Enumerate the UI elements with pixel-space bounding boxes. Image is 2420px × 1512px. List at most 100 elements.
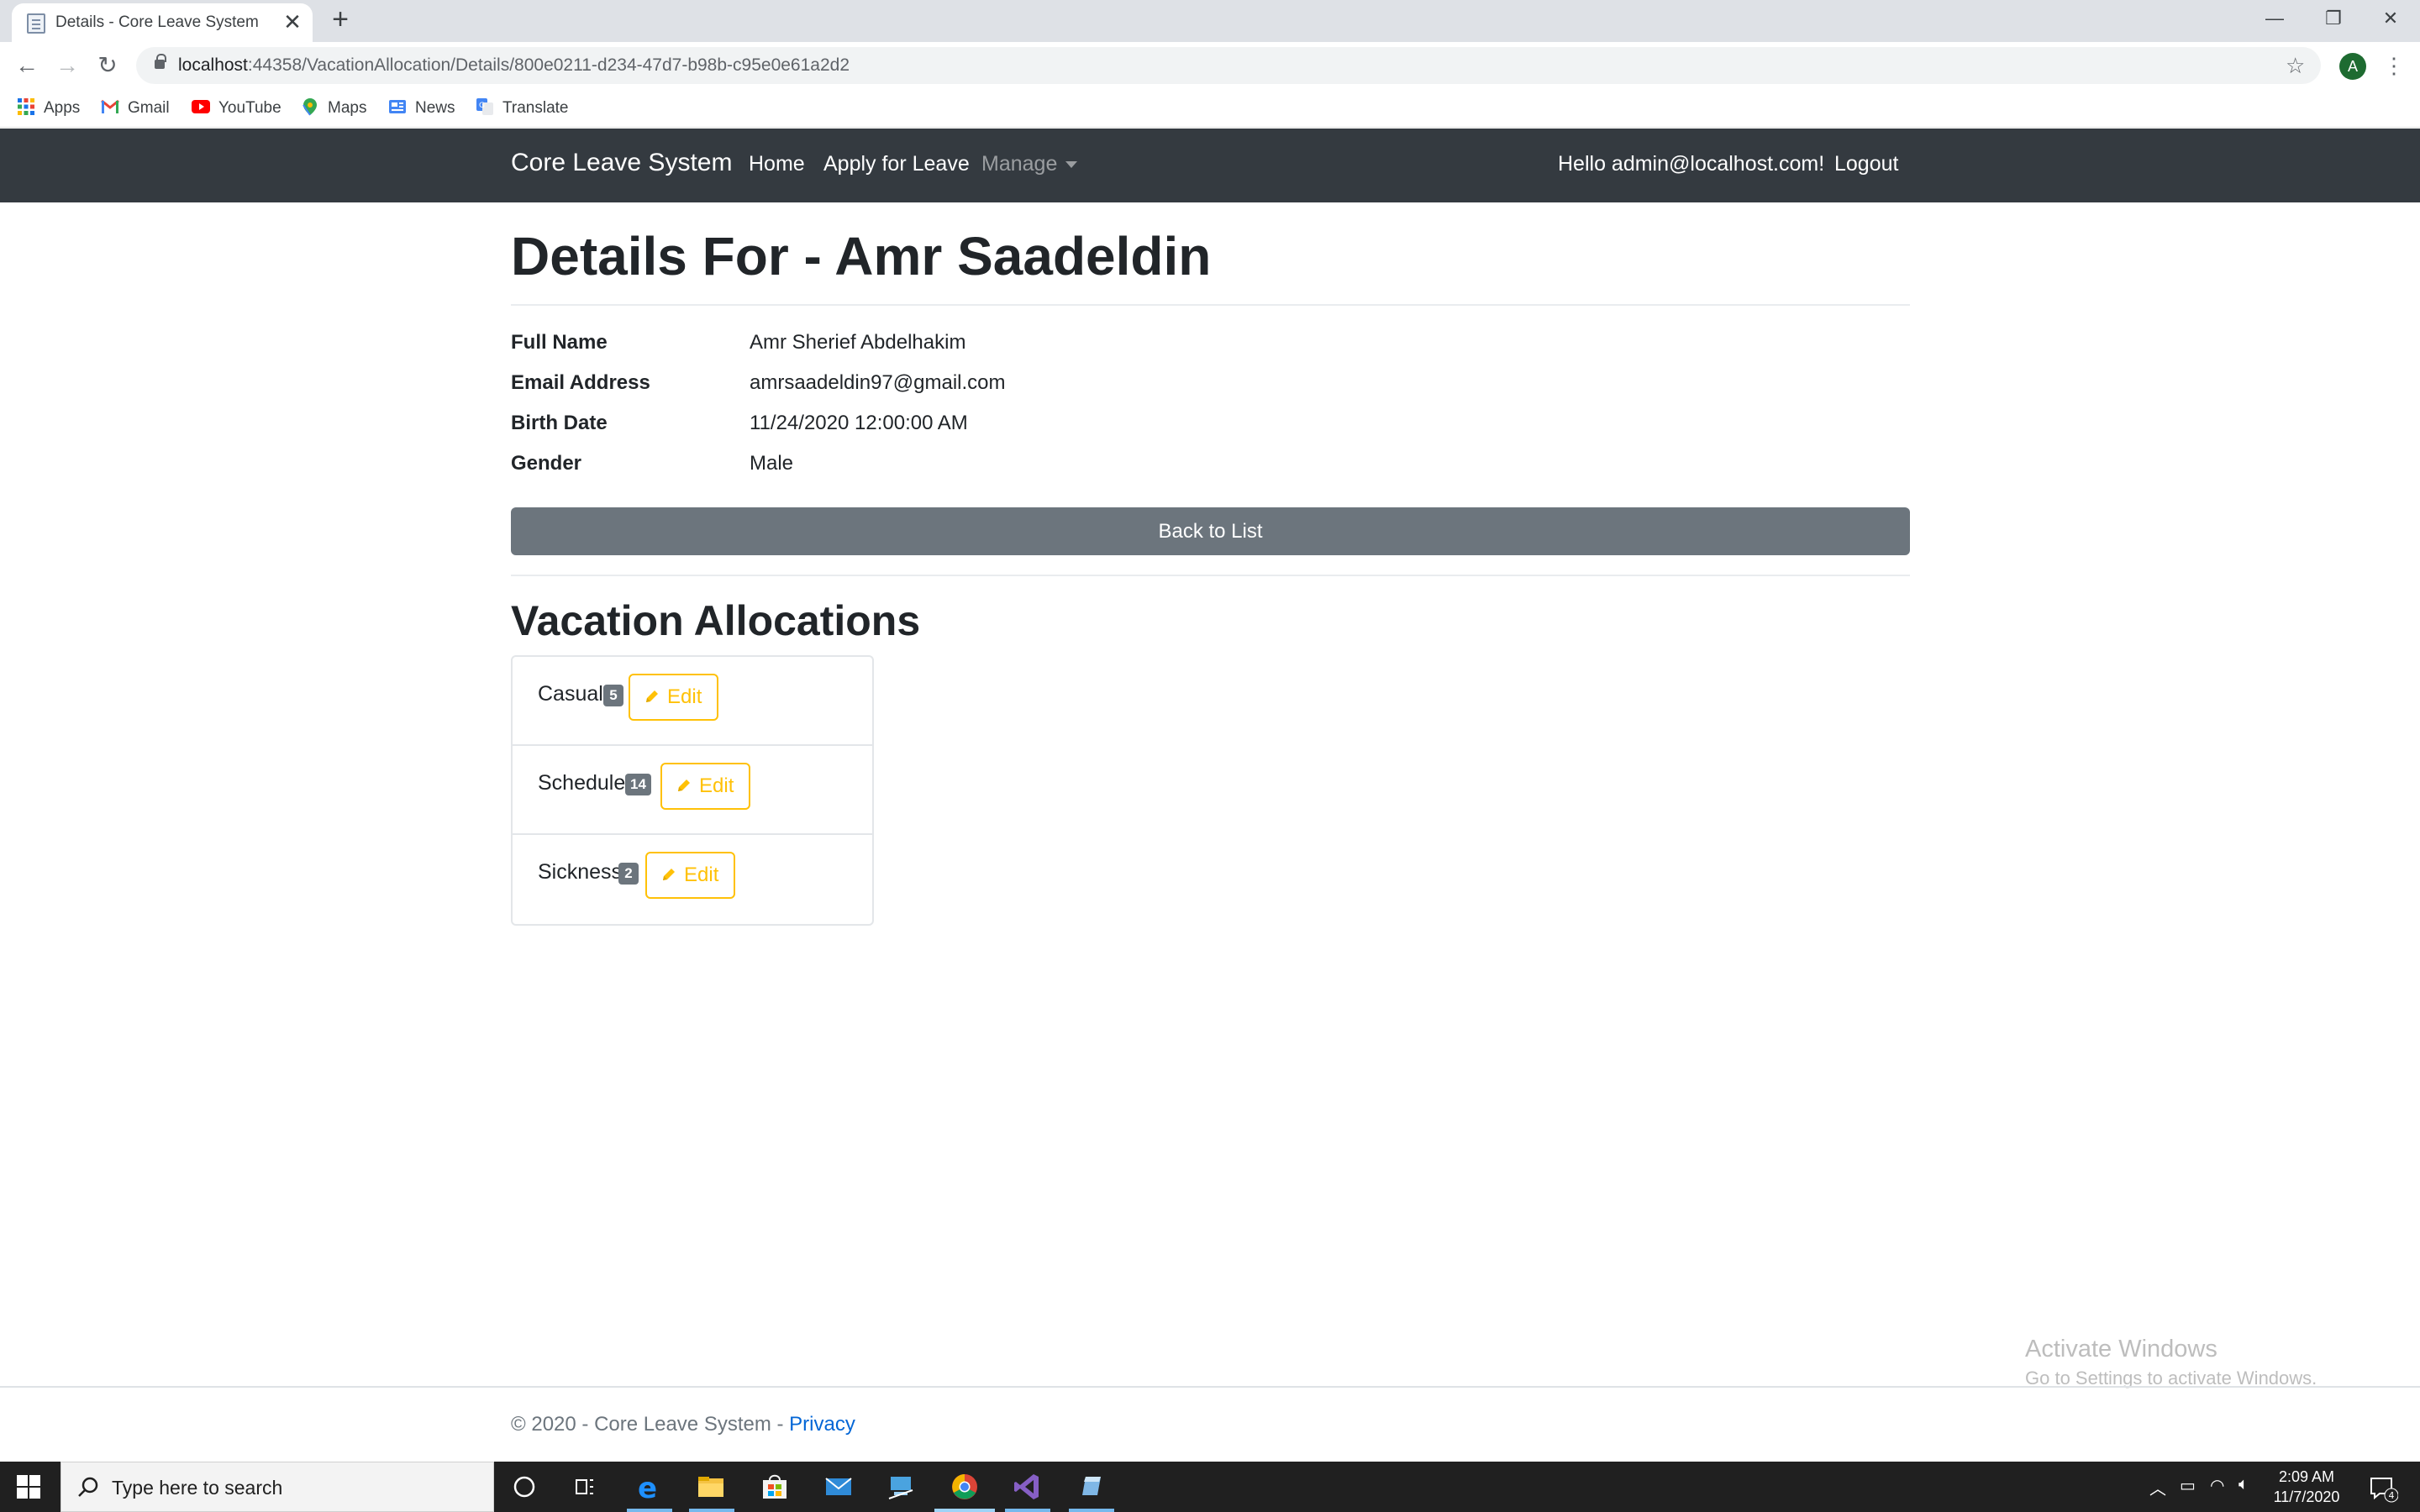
navbar-brand[interactable]: Core Leave System [511, 149, 732, 177]
footer-copyright: © 2020 - Core Leave System - [511, 1413, 790, 1436]
bookmark-star-icon[interactable]: ☆ [2286, 50, 2305, 81]
taskbar-search-input[interactable]: Type here to search [60, 1462, 494, 1512]
active-indicator [934, 1509, 995, 1512]
list-item: Schedule 14 Edit [513, 746, 872, 835]
nav-dropdown-manage[interactable]: Manage [981, 152, 1078, 176]
apps-grid-icon [18, 97, 34, 115]
tab-title: Details - Core Leave System [55, 13, 259, 31]
detail-label-gender: Gender [511, 452, 582, 475]
close-window-icon[interactable]: ✕ [2361, 0, 2420, 37]
search-icon [78, 1477, 98, 1497]
pencil-icon [646, 690, 658, 702]
browser-toolbar: ← → ↻ localhost:44358/VacationAllocation… [0, 42, 2420, 89]
divider [511, 304, 1910, 306]
pencil-icon [678, 779, 690, 791]
logout-link[interactable]: Logout [1834, 152, 1898, 176]
visual-studio-icon[interactable] [1010, 1470, 1044, 1504]
list-item: Sickness 2 Edit [513, 835, 872, 924]
gmail-icon [101, 99, 119, 113]
forward-arrow-icon[interactable]: → [52, 50, 82, 81]
browser-tab[interactable]: Details - Core Leave System ✕ [12, 3, 313, 42]
detail-label-birth-date: Birth Date [511, 412, 608, 434]
youtube-icon [192, 99, 210, 113]
nav-link-home[interactable]: Home [749, 152, 805, 176]
footer: © 2020 - Core Leave System - Privacy [511, 1413, 855, 1436]
detail-label-full-name: Full Name [511, 331, 608, 354]
greeting-link[interactable]: Hello admin@localhost.com! [1558, 152, 1824, 176]
active-indicator [1069, 1509, 1114, 1512]
new-tab-icon[interactable]: + [326, 5, 355, 34]
reload-icon[interactable]: ↻ [92, 50, 123, 81]
battery-icon[interactable]: ▭ [2180, 1475, 2196, 1496]
caret-down-icon [1065, 161, 1078, 169]
days-badge: 5 [603, 685, 623, 706]
svg-text:G: G [479, 102, 485, 110]
bookmark-youtube[interactable]: YouTube [192, 96, 281, 121]
svg-text:4: 4 [2389, 1490, 2395, 1501]
windows-taskbar: Type here to search e ︿ ▭ ◠ 🔈︎ 2:09 AM 1… [0, 1462, 2420, 1512]
translate-icon: G [476, 97, 493, 115]
app-icon[interactable] [1074, 1470, 1107, 1504]
divider [511, 575, 1910, 576]
news-icon [389, 99, 406, 113]
active-indicator [1005, 1509, 1050, 1512]
days-badge: 2 [618, 863, 639, 885]
notifications-icon[interactable]: 4 [2365, 1470, 2398, 1504]
browser-menu-icon[interactable]: ⋮ [2383, 52, 2405, 79]
footer-divider [0, 1386, 2420, 1388]
allocation-name: Sickness [538, 860, 623, 884]
bookmark-news[interactable]: News [388, 96, 455, 121]
windows-start-icon[interactable] [17, 1475, 40, 1499]
chrome-icon[interactable] [948, 1470, 981, 1504]
remote-desktop-icon[interactable] [884, 1470, 918, 1504]
cortana-icon[interactable] [508, 1470, 541, 1504]
activate-windows-heading: Activate Windows [2025, 1336, 2217, 1362]
detail-value-birth-date: 11/24/2020 12:00:00 AM [750, 412, 968, 434]
active-indicator [627, 1509, 672, 1512]
allocation-name: Schedule [538, 771, 626, 795]
edit-button[interactable]: Edit [629, 674, 719, 721]
wifi-icon[interactable]: ◠ [2210, 1475, 2224, 1496]
close-tab-icon[interactable]: ✕ [281, 10, 304, 34]
maps-icon [302, 97, 317, 116]
mail-icon[interactable] [822, 1470, 855, 1504]
file-explorer-icon[interactable] [694, 1470, 728, 1504]
page-title: Details For - Amr Saadeldin [511, 226, 1212, 286]
lock-icon [155, 54, 166, 69]
back-to-list-button[interactable]: Back to List [511, 507, 1910, 555]
days-badge: 14 [625, 774, 651, 795]
svg-text:e: e [638, 1472, 657, 1504]
bookmark-maps[interactable]: Maps [301, 96, 366, 121]
bookmarks-bar: Apps Gmail YouTube Maps News G Translate [0, 89, 2420, 128]
bookmark-apps[interactable]: Apps [17, 96, 80, 121]
pencil-icon [663, 868, 675, 880]
minimize-window-icon[interactable]: — [2245, 0, 2304, 37]
edit-button[interactable]: Edit [645, 852, 736, 899]
store-icon[interactable] [758, 1470, 792, 1504]
allocation-list: Casual 5 Edit Schedule 14 Edit Sickness … [511, 655, 874, 926]
address-bar[interactable]: localhost:44358/VacationAllocation/Detai… [136, 47, 2321, 84]
section-title: Vacation Allocations [511, 597, 921, 644]
app-navbar: Core Leave System Home Apply for Leave M… [0, 129, 2420, 202]
page-favicon-icon [27, 13, 45, 34]
restore-window-icon[interactable]: ❐ [2304, 0, 2363, 37]
detail-value-gender: Male [750, 452, 794, 475]
task-view-icon[interactable] [568, 1470, 602, 1504]
back-arrow-icon[interactable]: ← [12, 50, 42, 81]
edge-browser-icon[interactable]: e [632, 1470, 666, 1504]
detail-value-full-name: Amr Sherief Abdelhakim [750, 331, 966, 354]
detail-label-email: Email Address [511, 371, 650, 394]
show-hidden-icons-icon[interactable]: ︿ [2149, 1475, 2166, 1499]
bookmark-translate[interactable]: G Translate [476, 96, 569, 121]
volume-icon[interactable]: 🔈︎ [2238, 1475, 2249, 1494]
list-item: Casual 5 Edit [513, 657, 872, 746]
edit-button[interactable]: Edit [660, 763, 751, 810]
profile-avatar[interactable]: A [2339, 53, 2366, 80]
active-indicator [689, 1509, 734, 1512]
privacy-link[interactable]: Privacy [789, 1413, 855, 1436]
detail-value-email: amrsaadeldin97@gmail.com [750, 371, 1006, 394]
system-clock[interactable]: 2:09 AM 11/7/2020 [2269, 1467, 2344, 1507]
nav-link-apply-for-leave[interactable]: Apply for Leave [823, 152, 970, 176]
browser-tab-strip: Details - Core Leave System ✕ + — ❐ ✕ [0, 0, 2420, 42]
bookmark-gmail[interactable]: Gmail [101, 96, 170, 121]
